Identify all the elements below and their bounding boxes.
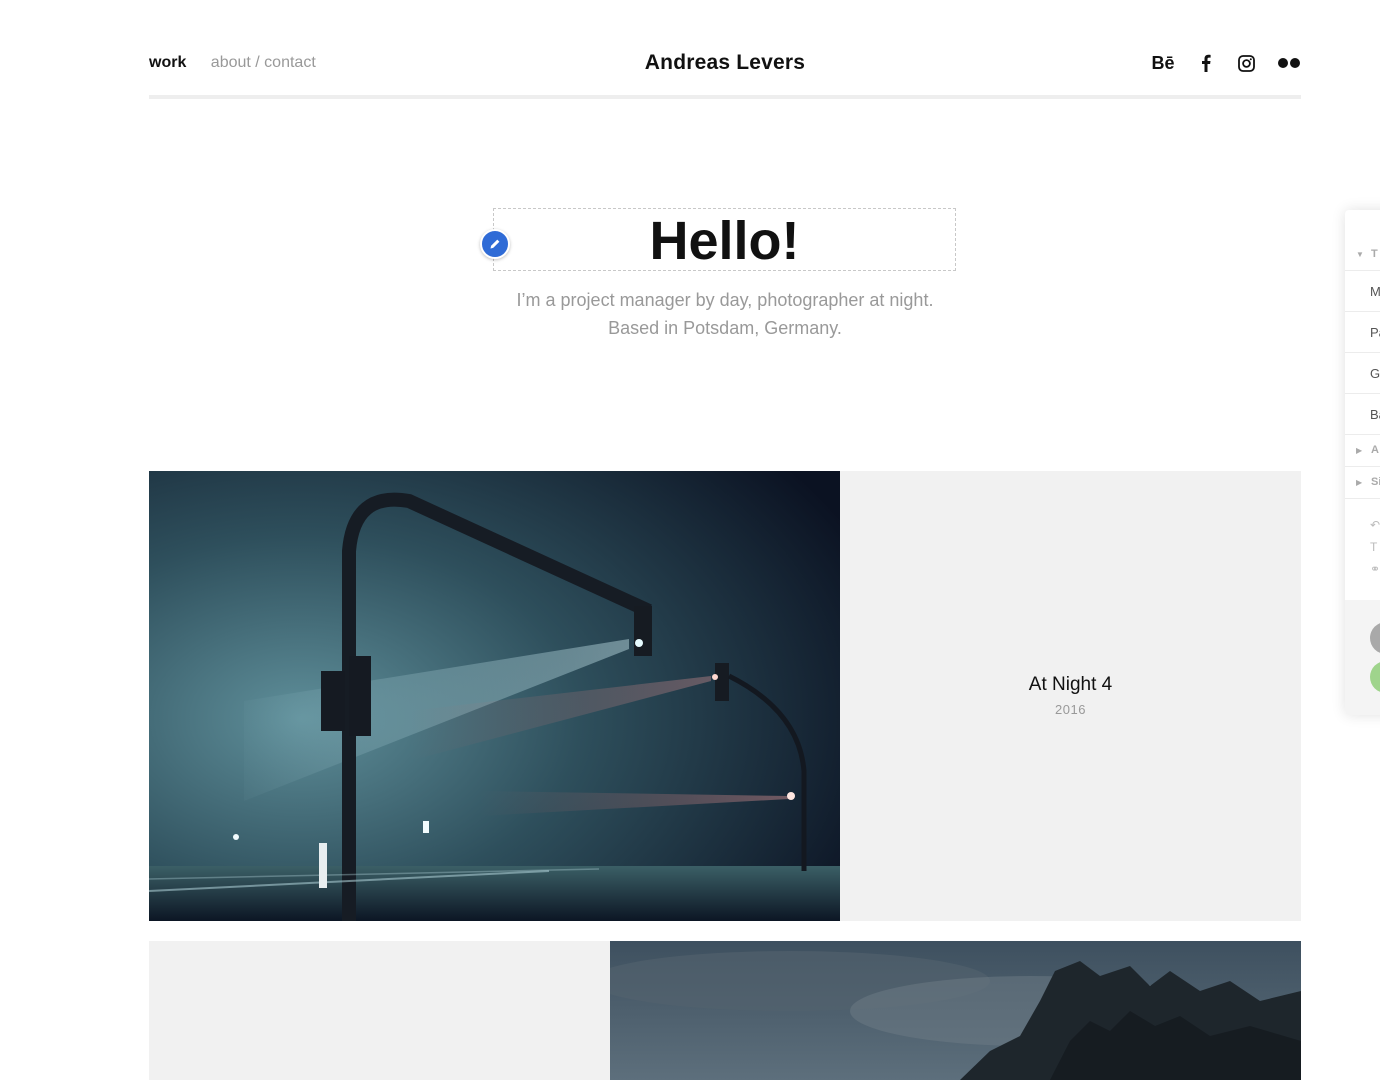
site-header: work about / contact Andreas Levers Bē [149, 40, 1301, 95]
panel-section-label: Si [1371, 476, 1380, 488]
panel-section-label: T [1371, 248, 1378, 260]
project-title[interactable]: At Night 4 [840, 674, 1301, 696]
panel-footer [1345, 600, 1380, 715]
panel-row-label: Pa [1370, 325, 1380, 340]
header-divider [149, 95, 1301, 99]
hero-subtitle: I’m a project manager by day, photograph… [0, 286, 1380, 342]
project-info-2[interactable] [149, 941, 610, 1080]
green-action-button[interactable] [1370, 661, 1380, 693]
social-links: Bē [1151, 52, 1301, 74]
panel-row[interactable]: Ba [1345, 394, 1380, 435]
instagram-icon[interactable] [1237, 52, 1255, 74]
editor-side-panel: ▼ T M Pa G Ba ▶ A ▶ Si ↶ T ⚭ [1345, 210, 1380, 715]
project-image-mountains[interactable] [610, 941, 1301, 1080]
hero-subtitle-line-2: Based in Potsdam, Germany. [608, 318, 842, 338]
panel-row-label: Ba [1370, 407, 1380, 422]
panel-row[interactable]: G [1345, 353, 1380, 394]
panel-row[interactable]: M [1345, 271, 1380, 312]
project-image-at-night-4[interactable] [149, 471, 840, 921]
panel-section-label: A [1371, 444, 1379, 456]
undo-icon[interactable]: ↶ [1370, 518, 1380, 532]
pencil-icon [490, 239, 500, 249]
hero-subtitle-line-1: I’m a project manager by day, photograph… [516, 290, 934, 310]
panel-section-si[interactable]: ▶ Si [1345, 468, 1380, 499]
panel-row-label: G [1370, 366, 1380, 381]
site-title[interactable]: Andreas Levers [149, 51, 1301, 75]
facebook-icon[interactable] [1197, 52, 1215, 74]
mountain-photo [610, 941, 1301, 1080]
panel-row-label: M [1370, 284, 1380, 299]
expand-caret-icon: ▶ [1356, 446, 1363, 455]
grey-action-button[interactable] [1370, 622, 1380, 654]
edit-pencil-button[interactable] [480, 229, 510, 259]
link-icon[interactable]: ⚭ [1370, 562, 1380, 576]
panel-row[interactable]: Pa [1345, 312, 1380, 353]
hero-title[interactable]: Hello! [494, 209, 955, 273]
expand-caret-icon: ▶ [1356, 478, 1363, 487]
project-year: 2016 [1055, 702, 1086, 717]
text-format-icon[interactable]: T [1370, 540, 1377, 554]
project-info-at-night-4[interactable]: At Night 4 2016 [840, 471, 1301, 921]
panel-section-text[interactable]: ▼ T [1345, 240, 1380, 271]
collapse-caret-icon: ▼ [1356, 250, 1364, 259]
panel-section-a[interactable]: ▶ A [1345, 436, 1380, 467]
foggy-traffic-light-photo [149, 471, 840, 921]
behance-icon[interactable]: Bē [1151, 52, 1175, 74]
flickr-icon[interactable] [1277, 52, 1301, 74]
hero-title-editable-box[interactable]: Hello! [493, 208, 956, 271]
